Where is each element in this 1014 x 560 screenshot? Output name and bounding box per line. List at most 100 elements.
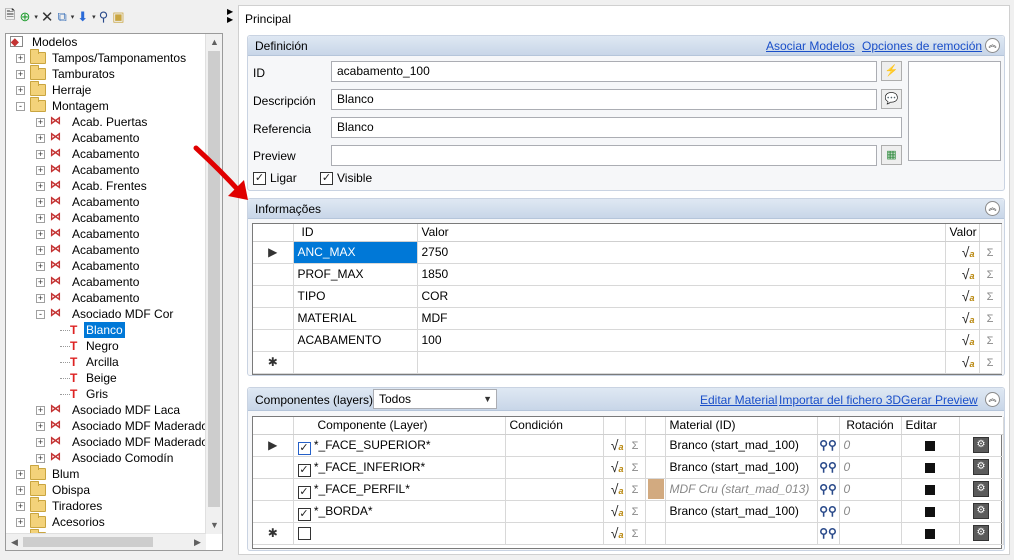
tree-item[interactable]: + Tamburatos (6, 65, 206, 82)
tree-item[interactable]: + ⋈ Acab. Puertas (6, 114, 206, 130)
comp-sigma-cell[interactable]: Σ (625, 500, 646, 523)
comp-formula-cell[interactable]: √a (603, 500, 626, 523)
row-header[interactable] (253, 478, 294, 501)
info-sigma-cell[interactable]: Σ (979, 263, 1002, 286)
expand-node-icon[interactable]: + (16, 86, 25, 95)
comp-rotacion-cell[interactable]: 0 (839, 500, 902, 523)
add-dropdown-caret[interactable]: ▾ (34, 13, 38, 21)
info-valor-cell[interactable]: MDF (417, 307, 946, 330)
importar-fichero-link[interactable]: Importar del fichero 3D (779, 393, 901, 407)
sigma-icon[interactable]: Σ (987, 335, 994, 347)
row-header[interactable] (253, 263, 294, 286)
table-row[interactable]: TIPO COR √a Σ (253, 285, 1002, 308)
edit-square-icon[interactable] (925, 440, 935, 451)
id-input[interactable]: acabamento_100 (331, 61, 877, 82)
expand-node-icon[interactable]: + (36, 294, 45, 303)
expand-node-icon[interactable]: + (16, 470, 25, 479)
collapse-pane-icon[interactable]: ▶ ▶ (227, 8, 233, 24)
sigma-icon[interactable]: Σ (632, 528, 639, 540)
edit-square-icon[interactable] (925, 506, 935, 517)
expand-node-icon[interactable]: + (36, 262, 45, 271)
comp-componente-header[interactable]: Componente (Layer) (293, 417, 506, 435)
tree-item[interactable]: + ⋈ Asociado MDF Maderado (6, 434, 206, 450)
find-material-icon[interactable]: ⚲⚲ (819, 504, 837, 518)
properties-icon[interactable]: 🗎 (4, 7, 16, 27)
comp-editar-cell[interactable] (901, 478, 960, 501)
tree-item[interactable]: + ⋈ Acabamento (6, 274, 206, 290)
scroll-up-icon[interactable]: ▲ (206, 34, 223, 51)
info-formula-cell[interactable]: √a (945, 329, 980, 352)
edit-settings-icon[interactable]: ⚙ (973, 459, 989, 475)
asociar-modelos-link[interactable]: Asociar Modelos (766, 39, 855, 53)
row-header[interactable]: ▶ (253, 241, 294, 264)
formula-icon[interactable]: √a (606, 458, 624, 476)
comp-material-cell[interactable] (665, 522, 818, 545)
comp-condicion-header[interactable]: Condición (505, 417, 604, 435)
comp-editar-cell[interactable] (901, 434, 960, 457)
formula-icon[interactable]: √a (606, 480, 624, 498)
component-checkbox[interactable]: ✓ (297, 441, 311, 455)
expand-node-icon[interactable]: + (36, 246, 45, 255)
tree-item[interactable]: - Montagem (6, 97, 206, 114)
edit-settings-icon[interactable]: ⚙ (973, 503, 989, 519)
comp-find-cell[interactable]: ⚲⚲ (817, 500, 840, 523)
new-row[interactable]: ✱ √a Σ ⚲⚲ ⚙ (253, 522, 1004, 545)
edit-square-icon[interactable] (925, 528, 935, 539)
collapse-informacoes-icon[interactable]: ︽ (985, 201, 1000, 216)
new-row[interactable]: ✱ √a Σ (253, 351, 1002, 374)
formula-icon[interactable]: √a (606, 524, 624, 542)
tree-hscroll-thumb[interactable] (23, 537, 153, 547)
comp-editar-header[interactable]: Editar (901, 417, 960, 435)
comp-componente-cell[interactable]: ✓ *_FACE_PERFIL* (293, 478, 506, 501)
comp-rotacion-cell[interactable]: 0 (839, 478, 902, 501)
tree-vertical-scrollbar[interactable]: ▲ ▼ (205, 34, 222, 534)
comp-componente-cell[interactable]: ✓ *_BORDA* (293, 500, 506, 523)
expand-node-icon[interactable]: + (16, 486, 25, 495)
delete-icon[interactable]: ✕ (40, 7, 55, 27)
comp-material-cell[interactable]: MDF Cru (start_mad_013) (665, 478, 818, 501)
info-formula-cell[interactable]: √a (945, 241, 980, 264)
find-material-icon[interactable]: ⚲⚲ (819, 526, 837, 540)
scroll-down-icon[interactable]: ▼ (206, 517, 223, 534)
info-id-cell[interactable]: ANC_MAX (293, 241, 418, 264)
tree-item[interactable]: + ⋈ Acabamento (6, 130, 206, 146)
edit-square-icon[interactable] (925, 484, 935, 495)
collapse-definicion-icon[interactable]: ︽ (985, 38, 1000, 53)
info-valor-cell[interactable]: 2750 (417, 241, 946, 264)
component-checkbox[interactable]: ✓ (297, 507, 311, 521)
info-formula-cell[interactable]: √a (945, 285, 980, 308)
refresh-folder-icon[interactable]: ▣ (111, 7, 125, 27)
info-formula-cell[interactable]: √a (945, 307, 980, 330)
comp-action-cell[interactable]: ⚙ (959, 478, 1004, 501)
sigma-icon[interactable]: Σ (987, 269, 994, 281)
info-sigma-cell[interactable]: Σ (979, 285, 1002, 308)
comp-editar-cell[interactable] (901, 522, 960, 545)
comp-formula-cell[interactable]: √a (603, 478, 626, 501)
tree-item[interactable]: + ⋈ Acabamento (6, 210, 206, 226)
visible-checkbox[interactable]: ✓ (320, 172, 333, 185)
tree-vscroll-thumb[interactable] (208, 51, 220, 507)
row-header[interactable] (253, 307, 294, 330)
expand-node-icon[interactable]: + (36, 166, 45, 175)
tree-item[interactable]: + ⋈ Acabamento (6, 194, 206, 210)
tree-item[interactable]: + ⋈ Acabamento (6, 226, 206, 242)
descripcion-input[interactable]: Blanco (331, 89, 877, 110)
edit-settings-icon[interactable]: ⚙ (973, 525, 989, 541)
copy-icon[interactable]: ⧉ (56, 7, 67, 27)
comp-condicion-cell[interactable] (505, 456, 604, 479)
copy-dropdown-caret[interactable]: ▾ (71, 13, 75, 21)
sigma-icon[interactable]: Σ (987, 313, 994, 325)
comp-action-cell[interactable]: ⚙ (959, 456, 1004, 479)
componentes-filter-dropdown[interactable]: Todos ▼ (373, 389, 497, 409)
info-sigma-cell[interactable]: Σ (979, 241, 1002, 264)
info-valor2-header[interactable]: Valor (945, 224, 980, 242)
tree-item[interactable]: + Tampos/Tamponamentos (6, 49, 206, 66)
component-checkbox[interactable]: ✓ (297, 463, 311, 477)
tree-item[interactable]: + ⋈ Acabamento (6, 258, 206, 274)
tree-item[interactable]: + ⋈ Asociado MDF Maderado (6, 418, 206, 434)
referencia-input[interactable]: Blanco (331, 117, 902, 138)
comp-material-header[interactable]: Material (ID) (665, 417, 818, 435)
find-icon[interactable]: ⚲ (98, 7, 110, 27)
find-material-icon[interactable]: ⚲⚲ (819, 438, 837, 452)
comp-rotacion-header[interactable]: Rotación (839, 417, 902, 435)
